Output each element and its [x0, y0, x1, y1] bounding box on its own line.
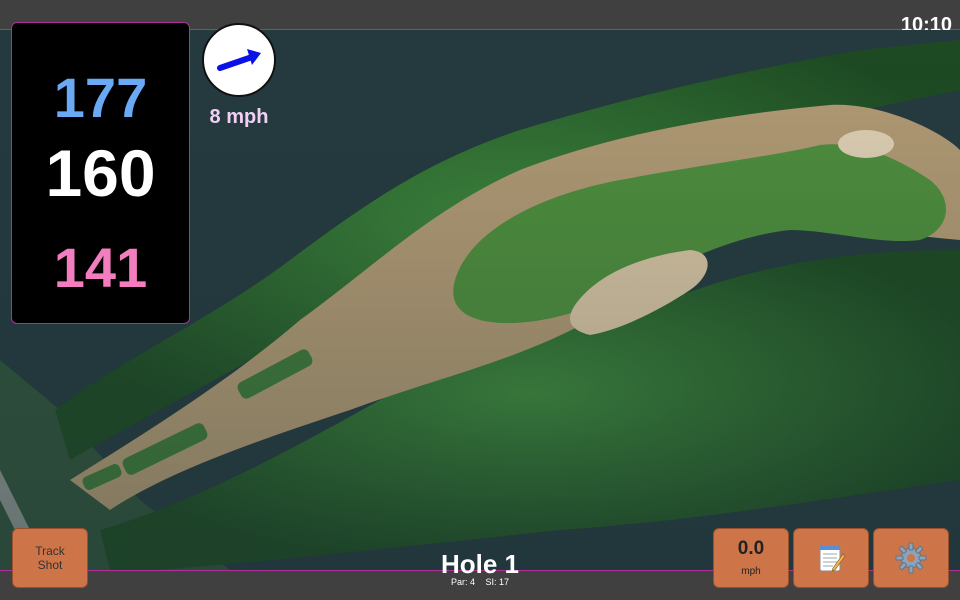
track-shot-label: Track Shot	[35, 544, 65, 572]
settings-button[interactable]	[873, 528, 949, 588]
center-distance: 160	[45, 136, 156, 210]
gear-icon	[895, 542, 927, 574]
hole-info: Par: 4 SI: 17	[380, 577, 580, 587]
notes-button[interactable]	[793, 528, 869, 588]
distance-panel: 177 160 141	[11, 22, 190, 324]
track-shot-button[interactable]: Track Shot	[12, 528, 88, 588]
hole-stroke-index: SI: 17	[485, 577, 510, 587]
wind-arrow-icon	[217, 49, 261, 71]
wind-indicator	[202, 23, 276, 97]
notepad-icon	[819, 545, 846, 572]
front-distance: 141	[53, 236, 148, 299]
wind-speed: 8 mph	[209, 106, 269, 128]
hole-title: Hole 1	[440, 549, 520, 579]
speed-button[interactable]: 0.0 mph	[713, 528, 789, 588]
back-distance: 177	[53, 66, 148, 129]
hole-par: Par: 4	[450, 577, 475, 587]
speed-unit: mph	[741, 566, 761, 577]
speed-value: 0.0	[737, 538, 765, 559]
